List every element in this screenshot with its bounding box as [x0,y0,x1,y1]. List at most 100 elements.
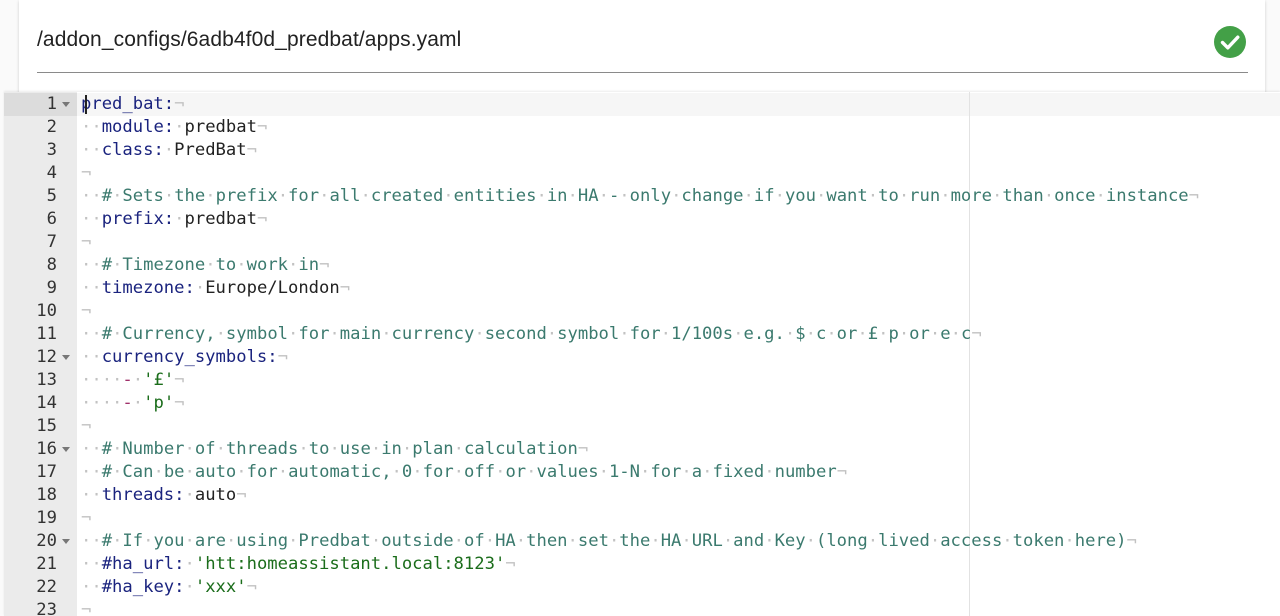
end-of-line-marker: ¬ [81,163,92,183]
line-number: 19 [36,508,57,528]
end-of-line-marker: ¬ [577,439,589,459]
yaml-value: PredBat [174,140,247,160]
line-number: 21 [36,554,57,574]
yaml-key: threads: [101,485,185,505]
code-line[interactable]: 1 pred_bat:¬ [4,93,1280,116]
code-line[interactable]: 14 ····-·'p'¬ [4,392,1280,415]
file-path-title: /addon_configs/6adb4f0d_predbat/apps.yam… [37,28,462,51]
end-of-line-marker: ¬ [277,347,288,367]
code-line[interactable]: 8 ··#·Timezone·to·work·in¬ [4,254,1280,277]
fold-toggle-icon[interactable] [62,447,70,452]
code-text: ····-·'£'¬ [81,369,185,392]
code-line[interactable]: 9 ··timezone:·Europe/London¬ [4,277,1280,300]
code-text: ····-·'p'¬ [81,392,185,415]
code-text: ··#·Sets·the·prefix·for·all·created·enti… [81,185,1199,208]
line-number: 16 [36,439,57,459]
code-line[interactable]: 3 ··class:·PredBat¬ [4,139,1280,162]
line-number: 2 [46,117,57,137]
yaml-list-dash: - [122,370,133,390]
code-line[interactable]: 7 ¬ [4,231,1280,254]
code-text: ··threads:·auto¬ [81,484,247,507]
indent-whitespace: ·· [81,324,102,344]
code-line[interactable]: 13 ····-·'£'¬ [4,369,1280,392]
code-text: ¬ [81,415,91,438]
end-of-line-marker: ¬ [836,462,848,482]
end-of-line-marker: ¬ [174,370,185,390]
header-divider [37,72,1248,73]
end-of-line-marker: ¬ [1188,186,1200,206]
code-editor[interactable]: 1 pred_bat:¬ 2 ··module:·predbat¬ 3 ··class:·… [4,92,1280,616]
indent-whitespace: ·· [81,209,102,229]
indent-whitespace: ···· [81,370,123,390]
line-number: 3 [46,140,57,160]
code-text: ¬ [81,599,91,616]
code-text: ··#ha_key:·'xxx'¬ [81,576,257,599]
code-text: ··#·If·you·are·using·Predbat·outside·of·… [81,530,1137,553]
code-text: ··#·Timezone·to·work·in¬ [81,254,329,277]
yaml-key: #ha_key: [101,577,185,597]
end-of-line-marker: ¬ [339,278,351,298]
code-line[interactable]: 4 ¬ [4,162,1280,185]
code-text: ¬ [81,507,91,530]
fold-toggle-icon[interactable] [62,539,70,544]
code-line[interactable]: 15 ¬ [4,415,1280,438]
code-lines[interactable]: 1 pred_bat:¬ 2 ··module:·predbat¬ 3 ··class:·… [4,93,1280,616]
indent-whitespace: ·· [81,462,102,482]
code-line[interactable]: 22 ··#ha_key:·'xxx'¬ [4,576,1280,599]
yaml-list-dash: - [122,393,133,413]
yaml-comment: #·Number·of·threads·to·use·in·plan·calcu… [101,439,578,459]
space-marker: · [132,370,144,390]
indent-whitespace: ·· [81,439,102,459]
code-line[interactable]: 5 ··#·Sets·the·prefix·for·all·created·ent… [4,185,1280,208]
end-of-line-marker: ¬ [971,324,982,344]
yaml-comment: #·Can·be·auto·for·automatic,·0·for·off·o… [101,462,837,482]
indent-whitespace: ·· [81,186,102,206]
line-number: 9 [46,278,57,298]
space-marker: · [184,485,195,505]
line-number: 12 [36,347,57,367]
end-of-line-marker: ¬ [81,508,92,528]
yaml-key: module: [101,117,175,137]
yaml-key: timezone: [101,278,195,298]
text-cursor [85,95,87,114]
code-line[interactable]: 23 ¬ [4,599,1280,616]
yaml-value: predbat [184,209,257,229]
code-line[interactable]: 20 ··#·If·you·are·using·Predbat·outside·o… [4,530,1280,553]
code-text: ··currency_symbols:¬ [81,346,288,369]
code-line[interactable]: 10 ¬ [4,300,1280,323]
code-line[interactable]: 12 ··currency_symbols:¬ [4,346,1280,369]
code-text: ¬ [81,300,91,323]
code-line[interactable]: 6 ··prefix:·predbat¬ [4,208,1280,231]
yaml-key: #ha_url: [101,554,185,574]
yaml-comment: #·Timezone·to·work·in [101,255,320,275]
fold-toggle-icon[interactable] [62,102,70,107]
indent-whitespace: ·· [81,117,102,137]
end-of-line-marker: ¬ [81,416,92,436]
line-number: 1 [46,94,57,114]
line-number: 6 [46,209,57,229]
space-marker: · [163,140,175,160]
indent-whitespace: ·· [81,554,102,574]
code-text: ··#·Number·of·threads·to·use·in·plan·cal… [81,438,588,461]
code-line[interactable]: 19 ¬ [4,507,1280,530]
line-number: 13 [36,370,57,390]
indent-whitespace: ·· [81,347,102,367]
code-text: ··#·Can·be·auto·for·automatic,·0·for·off… [81,461,847,484]
code-line[interactable]: 11 ··#·Currency,·symbol·for·main·currency… [4,323,1280,346]
code-line[interactable]: 17 ··#·Can·be·auto·for·automatic,·0·for·o… [4,461,1280,484]
code-line[interactable]: 18 ··threads:·auto¬ [4,484,1280,507]
code-line[interactable]: 2 ··module:·predbat¬ [4,116,1280,139]
end-of-line-marker: ¬ [319,255,330,275]
yaml-value: auto [194,485,237,505]
end-of-line-marker: ¬ [81,232,92,252]
code-line[interactable]: 21 ··#ha_url:·'htt:homeassistant.local:81… [4,553,1280,576]
indent-whitespace: ·· [81,140,102,160]
end-of-line-marker: ¬ [1126,531,1137,551]
indent-whitespace: ·· [81,531,102,551]
check-circle-icon [1214,26,1246,58]
line-number: 23 [36,600,57,616]
code-line[interactable]: 16 ··#·Number·of·threads·to·use·in·plan·c… [4,438,1280,461]
fold-toggle-icon[interactable] [62,355,70,360]
line-number: 20 [36,531,57,551]
end-of-line-marker: ¬ [246,577,257,597]
